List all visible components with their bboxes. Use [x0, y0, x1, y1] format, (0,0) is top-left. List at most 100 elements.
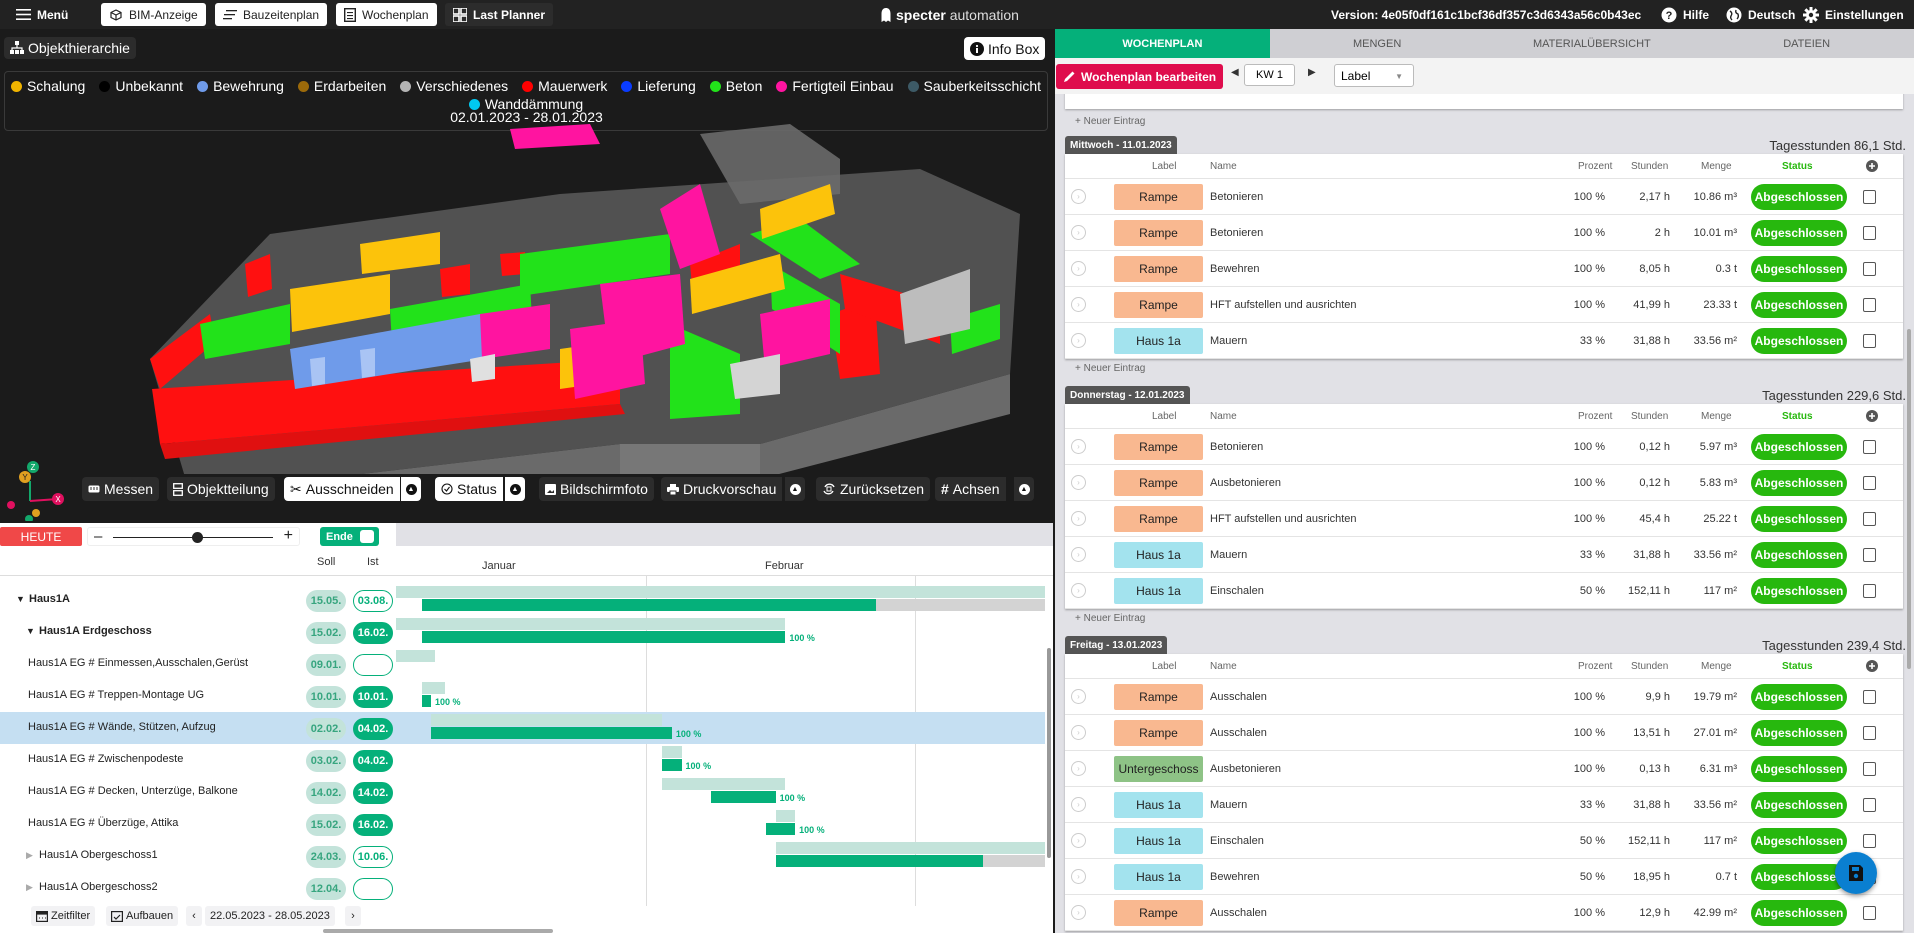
- expand-row-icon[interactable]: ›: [1071, 475, 1086, 490]
- row-checkbox[interactable]: [1863, 834, 1876, 848]
- table-row[interactable]: › Haus 1a Mauern 33 % 31,88 h 33.56 m² Abgesch…: [1065, 537, 1903, 573]
- info-box-button[interactable]: Info Box: [964, 37, 1046, 60]
- collapse-caret-icon[interactable]: ▼: [26, 626, 35, 636]
- expand-row-icon[interactable]: ›: [1071, 511, 1086, 526]
- expand-row-icon[interactable]: ›: [1071, 797, 1086, 812]
- time-filter-button[interactable]: Zeitfilter: [31, 906, 96, 926]
- status-badge[interactable]: Abgeschlossen: [1751, 184, 1847, 210]
- status-badge[interactable]: Abgeschlossen: [1751, 828, 1847, 854]
- gantt-vertical-scrollbar[interactable]: [1047, 648, 1051, 858]
- save-button[interactable]: [1835, 852, 1877, 894]
- actual-bar[interactable]: [421, 695, 432, 707]
- expand-row-icon[interactable]: ›: [1071, 261, 1086, 276]
- gantt-row[interactable]: ▼ Haus1A 15.05. 03.08.: [0, 584, 1045, 616]
- status-badge[interactable]: Abgeschlossen: [1751, 542, 1847, 568]
- row-checkbox[interactable]: [1863, 226, 1876, 240]
- actual-bar[interactable]: [710, 791, 776, 803]
- row-checkbox[interactable]: [1863, 440, 1876, 454]
- status-badge[interactable]: Abgeschlossen: [1751, 256, 1847, 282]
- building-model[interactable]: [140, 114, 1053, 474]
- status-button[interactable]: Status: [435, 477, 503, 501]
- table-row[interactable]: › Haus 1a Einschalen 50 % 152,11 h 117 m² Abge…: [1065, 823, 1903, 859]
- legend-item[interactable]: Erdarbeiten: [297, 78, 386, 94]
- status-badge[interactable]: Abgeschlossen: [1751, 292, 1847, 318]
- today-button[interactable]: HEUTE: [0, 527, 82, 546]
- planned-bar[interactable]: [662, 746, 682, 758]
- status-badge[interactable]: Abgeschlossen: [1751, 578, 1847, 604]
- legend-item[interactable]: Bewehrung: [197, 78, 284, 94]
- add-entry-icon[interactable]: [1866, 660, 1878, 675]
- build-button[interactable]: Aufbauen: [106, 906, 179, 926]
- collapse-caret-icon[interactable]: ▼: [16, 594, 25, 604]
- expand-row-icon[interactable]: ›: [1071, 905, 1086, 920]
- table-row[interactable]: › Rampe Ausbetonieren 100 % 0,12 h 5.83 m³ Abg…: [1065, 465, 1903, 501]
- measure-button[interactable]: Messen: [82, 477, 160, 501]
- table-row[interactable]: › Rampe Bewehren 100 % 8,05 h 0.3 t Abgeschlos…: [1065, 251, 1903, 287]
- status-badge[interactable]: Abgeschlossen: [1751, 470, 1847, 496]
- planned-bar[interactable]: [421, 682, 445, 694]
- gantt-row[interactable]: Haus1A EG # Decken, Unterzüge, Balkone 14…: [0, 776, 1045, 808]
- zoom-slider-handle[interactable]: [192, 532, 203, 543]
- gantt-row[interactable]: Haus1A EG # Einmessen,Ausschalen,Gerüst 0…: [0, 648, 1045, 680]
- table-row[interactable]: › Untergeschoss Ausbetonieren 100 % 0,13 h 6.…: [1065, 751, 1903, 787]
- table-row[interactable]: › Rampe Ausschalen 100 % 9,9 h 19.79 m² Abgesc…: [1065, 679, 1903, 715]
- reset-button[interactable]: Zurücksetzen: [816, 477, 931, 501]
- actual-bar[interactable]: [775, 855, 984, 867]
- settings-button[interactable]: Einstellungen: [1803, 0, 1904, 29]
- legend-item[interactable]: Mauerwerk: [522, 78, 607, 94]
- edit-weekplan-button[interactable]: Wochenplan bearbeiten: [1056, 64, 1224, 89]
- previous-range-button[interactable]: ‹: [186, 906, 202, 926]
- expand-row-icon[interactable]: ›: [1071, 225, 1086, 240]
- zoom-slider[interactable]: – +: [87, 527, 300, 546]
- gantt-row[interactable]: ▼ Haus1A Erdgeschoss 15.02. 16.02. 100 %: [0, 616, 1045, 648]
- gantt-row[interactable]: Haus1A EG # Überzüge, Attika 15.02. 16.02.…: [0, 808, 1045, 840]
- expand-row-icon[interactable]: ›: [1071, 725, 1086, 740]
- tab-mengen[interactable]: MENGEN: [1270, 29, 1485, 58]
- expand-row-icon[interactable]: ›: [1071, 869, 1086, 884]
- nav-bim-anzeige[interactable]: BIM-Anzeige: [101, 3, 206, 26]
- legend-item[interactable]: Beton: [709, 78, 762, 94]
- status-badge[interactable]: Abgeschlossen: [1751, 506, 1847, 532]
- status-badge[interactable]: Abgeschlossen: [1751, 864, 1847, 890]
- new-entry-link[interactable]: + Neuer Eintrag: [1075, 363, 1145, 374]
- status-badge[interactable]: Abgeschlossen: [1751, 684, 1847, 710]
- previous-week-button[interactable]: ◀: [1231, 67, 1239, 78]
- row-checkbox[interactable]: [1863, 906, 1876, 920]
- planned-bar[interactable]: [396, 586, 1045, 598]
- table-row[interactable]: › Rampe Betonieren 100 % 2 h 10.01 m³ Abgeschl…: [1065, 215, 1903, 251]
- screenshot-button[interactable]: Bildschirmfoto: [539, 477, 654, 501]
- legend-item[interactable]: Verschiedenes: [400, 78, 508, 94]
- row-checkbox[interactable]: [1863, 512, 1876, 526]
- gantt-row[interactable]: Haus1A EG # Wände, Stützen, Aufzug 02.02.…: [0, 712, 1045, 744]
- legend-item[interactable]: Fertigteil Einbau: [776, 78, 894, 94]
- label-filter-select[interactable]: Label ▼: [1334, 64, 1414, 87]
- next-range-button[interactable]: ›: [345, 906, 361, 926]
- nav-last-planner[interactable]: Last Planner: [445, 3, 554, 26]
- status-options-button[interactable]: ▲: [505, 477, 525, 501]
- planned-bar[interactable]: [396, 650, 435, 662]
- expand-row-icon[interactable]: ›: [1071, 689, 1086, 704]
- expand-row-icon[interactable]: ›: [1071, 583, 1086, 598]
- table-row[interactable]: › Haus 1a Mauern 33 % 31,88 h 33.56 m² Abgesch…: [1065, 787, 1903, 823]
- tab-materialuebersicht[interactable]: MATERIALÜBERSICHT: [1485, 29, 1700, 58]
- bim-viewer[interactable]: Objekthierarchie Info Box Schalung Unbeka…: [0, 29, 1053, 523]
- row-checkbox[interactable]: [1863, 690, 1876, 704]
- expand-caret-icon[interactable]: ▶: [26, 882, 33, 893]
- axes-options-button[interactable]: ▲: [1014, 477, 1034, 501]
- row-checkbox[interactable]: [1863, 262, 1876, 276]
- gantt-row[interactable]: Haus1A EG # Treppen-Montage UG 10.01. 10.0…: [0, 680, 1045, 712]
- expand-row-icon[interactable]: ›: [1071, 547, 1086, 562]
- actual-bar[interactable]: [421, 599, 877, 611]
- planned-bar[interactable]: [775, 810, 796, 822]
- table-row[interactable]: › Rampe Betonieren 100 % 2,17 h 10.86 m³ Abges…: [1065, 179, 1903, 215]
- gantt-row[interactable]: ▶ Haus1A Obergeschoss2 12.04.: [0, 872, 1045, 904]
- new-entry-link[interactable]: + Neuer Eintrag: [1075, 116, 1145, 127]
- row-checkbox[interactable]: [1863, 298, 1876, 312]
- tab-dateien[interactable]: DATEIEN: [1699, 29, 1914, 58]
- table-row[interactable]: › Rampe Ausschalen 100 % 12,9 h 42.99 m² Abges…: [1065, 895, 1903, 931]
- week-plan-scrollbar[interactable]: [1907, 329, 1911, 669]
- row-checkbox[interactable]: [1863, 726, 1876, 740]
- expand-row-icon[interactable]: ›: [1071, 439, 1086, 454]
- legend-item[interactable]: Schalung: [10, 78, 85, 94]
- expand-row-icon[interactable]: ›: [1071, 761, 1086, 776]
